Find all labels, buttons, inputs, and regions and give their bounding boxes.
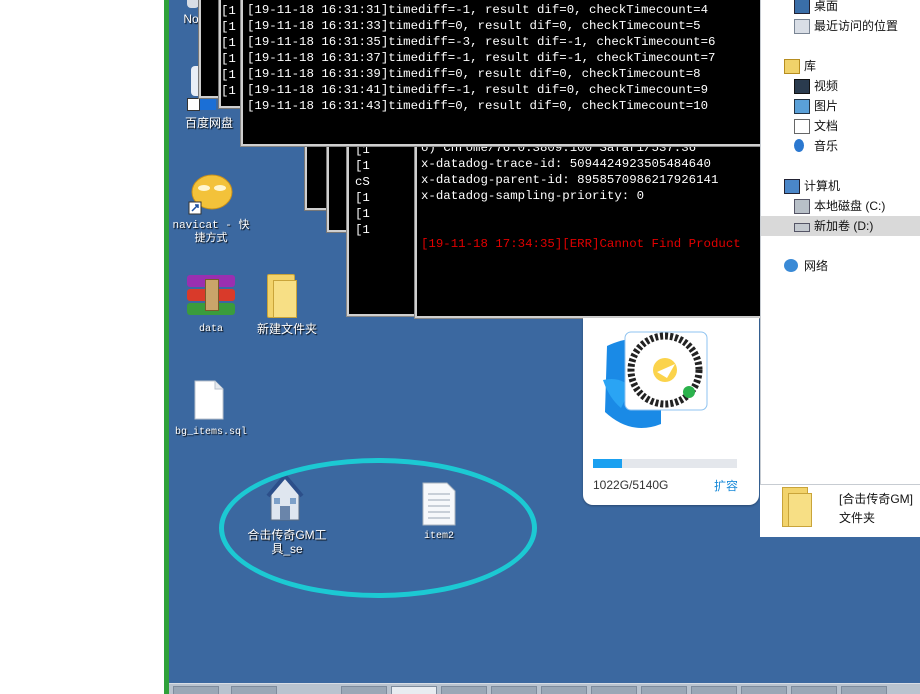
storage-usage-text: 1022G/5140G [593, 478, 669, 492]
taskbar-button[interactable] [791, 686, 837, 694]
winrar-archive-icon[interactable] [187, 275, 235, 317]
nav-item-recent[interactable]: 最近访问的位置 [761, 16, 920, 36]
console-error-line: [19-11-18 17:34:35][ERR]Cannot Find Prod… [421, 237, 741, 251]
console-window-front[interactable]: [19-11-18 16:31:31]timediff=-1, result d… [241, 0, 764, 146]
taskbar-button[interactable] [173, 686, 219, 694]
storage-progress-bar [593, 459, 737, 468]
console-middle-text: o) Chrome/76.0.3809.100 Safari/537.36 x-… [421, 141, 741, 251]
taskbar-button[interactable] [541, 686, 587, 694]
drive-icon [794, 223, 810, 232]
nav-item-desktop[interactable]: 桌面 [761, 0, 920, 16]
taskbar-button[interactable] [491, 686, 537, 694]
highlight-ellipse [219, 458, 537, 598]
taskbar-button[interactable] [441, 686, 487, 694]
folder-icon [782, 487, 812, 527]
console-left-fragments: [1 [1 [1 [1 [1 [1 [221, 4, 236, 98]
nav-item-new-volume[interactable]: 新加卷 (D:) [761, 216, 920, 236]
explorer-navigation-pane[interactable]: 桌面 最近访问的位置 库 视频 图片 文档 音乐 计算机 本地磁盘 (C:) 新… [760, 0, 920, 484]
nav-item-computer[interactable]: 计算机 [761, 176, 920, 196]
nav-item-network[interactable]: 网络 [761, 256, 920, 276]
nav-item-local-disk[interactable]: 本地磁盘 (C:) [761, 196, 920, 216]
nav-item-videos[interactable]: 视频 [761, 76, 920, 96]
nav-item-pictures[interactable]: 图片 [761, 96, 920, 116]
storage-progress-fill [593, 459, 622, 468]
recent-places-icon [794, 19, 810, 34]
taskbar-button[interactable] [841, 686, 887, 694]
new-folder-label: 新建文件夹 [256, 322, 317, 336]
expand-storage-link[interactable]: 扩容 [714, 477, 738, 494]
no-shortcut-label: No [183, 12, 199, 26]
nav-item-music[interactable]: 音乐 [761, 136, 920, 156]
nav-item-library[interactable]: 库 [761, 56, 920, 76]
netdisk-storage-card[interactable]: 1022G/5140G 扩容 [583, 318, 759, 505]
taskbar-button[interactable] [741, 686, 787, 694]
taskbar-button[interactable] [391, 686, 437, 694]
taskbar-button[interactable] [341, 686, 387, 694]
taskbar-button[interactable] [641, 686, 687, 694]
document-icon [794, 119, 810, 134]
folder-icon[interactable] [265, 272, 297, 318]
nav-item-documents[interactable]: 文档 [761, 116, 920, 136]
taskbar-button[interactable] [231, 686, 277, 694]
baidu-netdisk-label: 百度网盘 [184, 116, 233, 130]
navicat-label: navicat - 快捷方式 [172, 220, 250, 245]
selected-folder-info: [合击传奇GM] 文件夹 [839, 490, 913, 528]
console-back-fragments: [1 [1 cS [1 [1 [1 [355, 143, 370, 237]
taskbar[interactable] [169, 683, 920, 694]
selected-folder-name: [合击传奇GM] [839, 492, 913, 506]
picture-icon [794, 99, 810, 114]
network-icon [784, 259, 798, 272]
library-icon [784, 59, 800, 74]
bg-items-label: bg_items.sql [174, 427, 247, 438]
sql-file-icon[interactable] [193, 380, 225, 420]
computer-icon [784, 179, 800, 194]
explorer-details-pane: [合击传奇GM] 文件夹 [760, 484, 920, 537]
console-window-middle[interactable]: o) Chrome/76.0.3809.100 Safari/537.36 x-… [415, 138, 764, 318]
local-disk-icon [794, 199, 810, 214]
video-icon [794, 79, 810, 94]
taskbar-button[interactable] [591, 686, 637, 694]
navicat-icon[interactable] [187, 170, 235, 216]
music-icon [794, 139, 804, 152]
mini-program-qr-icon[interactable] [601, 328, 723, 432]
taskbar-button[interactable] [691, 686, 737, 694]
desktop[interactable]: No 百度网盘 navicat - 快捷方式 data 新建文件夹 bg_ite… [169, 0, 920, 694]
console-front-text: [19-11-18 16:31:31]timediff=-1, result d… [247, 3, 716, 113]
data-label: data [198, 324, 223, 335]
selected-folder-type: 文件夹 [839, 511, 876, 525]
desktop-icon [794, 0, 810, 14]
